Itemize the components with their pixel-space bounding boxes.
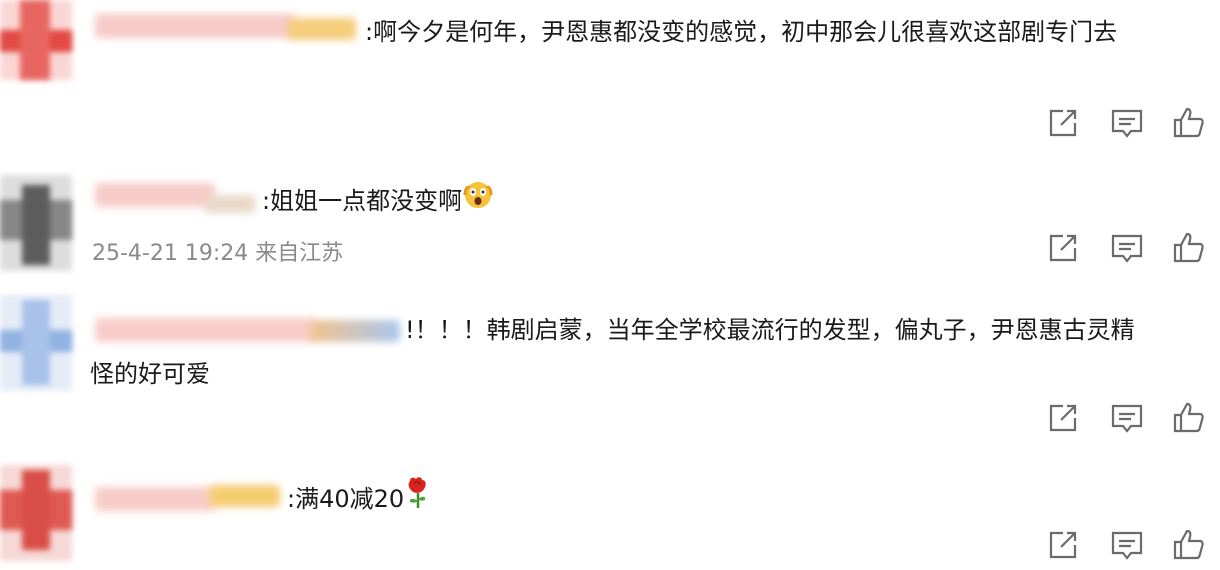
share-icon [1049, 234, 1077, 262]
rose-emoji [404, 475, 432, 525]
avatar[interactable] [0, 175, 72, 271]
avatar[interactable] [0, 0, 72, 96]
comment-text: :啊今夕是何年，尹恩惠都没变的感觉，初中那会儿很喜欢这部剧专门去 [365, 8, 1117, 56]
comment-icon [1111, 531, 1143, 560]
username-blurred[interactable] [95, 487, 215, 511]
comment-text-line: :啊今夕是何年，尹恩惠都没变的感觉，初中那会儿很喜欢这部剧专门去 [365, 18, 1118, 46]
like-button[interactable] [1171, 400, 1207, 436]
comment-icon [1111, 404, 1143, 433]
thumbs-up-icon [1173, 529, 1204, 560]
thumbs-up-icon [1173, 402, 1204, 433]
thumbs-up-icon [1173, 107, 1204, 138]
badge-blurred [310, 320, 400, 342]
badge-blurred [288, 18, 356, 40]
reply-button[interactable] [1109, 400, 1145, 436]
comment-icon [1111, 234, 1143, 263]
reply-button[interactable] [1109, 105, 1145, 141]
comment-text: !！！！韩剧启蒙，当年全学校最流行的发型，偏丸子，尹恩惠古灵精 [405, 306, 1135, 354]
comment-text-continued: 怪的好可爱 [90, 350, 210, 398]
comment-text: :姐姐一点都没变啊 [262, 177, 494, 226]
comment-item: :满40减20 [0, 455, 1220, 570]
avatar[interactable] [0, 465, 72, 561]
comment-text-line: 怪的好可爱 [90, 360, 210, 388]
share-button[interactable] [1045, 527, 1081, 563]
like-button[interactable] [1171, 527, 1207, 563]
comment-item: :啊今夕是何年，尹恩惠都没变的感觉，初中那会儿很喜欢这部剧专门去 [0, 0, 1220, 165]
share-icon [1049, 404, 1077, 432]
thumbs-up-icon [1173, 232, 1204, 263]
share-button[interactable] [1045, 230, 1081, 266]
comment-text-line: :姐姐一点都没变啊 [262, 187, 463, 215]
like-button[interactable] [1171, 230, 1207, 266]
comment-list: :啊今夕是何年，尹恩惠都没变的感觉，初中那会儿很喜欢这部剧专门去:姐姐一点都没… [0, 0, 1220, 570]
username-blurred[interactable] [95, 183, 215, 207]
share-icon [1049, 531, 1077, 559]
comment-item: :姐姐一点都没变啊 25-4-21 19:24 来自江苏 [0, 165, 1220, 290]
scared-face-emoji [462, 178, 494, 226]
comment-text-line: :满40减20 [287, 485, 405, 513]
badge-blurred [205, 195, 255, 213]
reply-button[interactable] [1109, 527, 1145, 563]
comment-item: !！！！韩剧启蒙，当年全学校最流行的发型，偏丸子，尹恩惠古灵精 怪的好可爱 [0, 290, 1220, 455]
username-blurred[interactable] [95, 318, 315, 342]
share-button[interactable] [1045, 105, 1081, 141]
comment-text-line: !！！！韩剧启蒙，当年全学校最流行的发型，偏丸子，尹恩惠古灵精 [405, 316, 1135, 344]
share-button[interactable] [1045, 400, 1081, 436]
comment-meta: 25-4-21 19:24 来自江苏 [92, 241, 344, 266]
comment-icon [1111, 109, 1143, 138]
like-button[interactable] [1171, 105, 1207, 141]
reply-button[interactable] [1109, 230, 1145, 266]
username-blurred[interactable] [95, 14, 295, 38]
badge-blurred [210, 485, 280, 507]
comment-text: :满40减20 [287, 475, 432, 525]
avatar[interactable] [0, 295, 72, 391]
share-icon [1049, 109, 1077, 137]
